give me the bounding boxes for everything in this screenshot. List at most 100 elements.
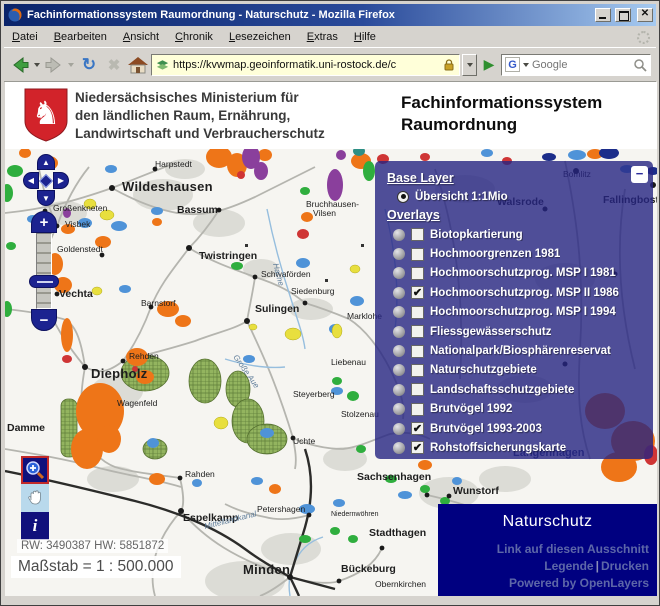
naturschutz-panel: Naturschutz Link auf diesen Ausschnitt L… xyxy=(438,504,657,596)
overlay-checkbox[interactable] xyxy=(411,422,424,435)
base-layer-row[interactable]: Übersicht 1:1Mio xyxy=(397,188,649,205)
layer-query-radio-icon[interactable] xyxy=(393,248,405,260)
menu-bar: Datei Bearbeiten Ansicht Chronik Lesezei… xyxy=(4,27,656,48)
title-bar[interactable]: Fachinformationssystem Raumordnung - Nat… xyxy=(4,4,656,26)
link-separator: | xyxy=(594,559,601,573)
zoom-in-button[interactable]: + xyxy=(31,211,57,233)
url-input[interactable] xyxy=(173,59,439,71)
maximize-button[interactable] xyxy=(615,8,631,22)
search-input[interactable] xyxy=(532,59,631,71)
forward-history-caret[interactable] xyxy=(68,63,74,67)
scale-readout: Maßstab = 1 : 500.000 xyxy=(11,556,181,578)
overlay-row: Biotopkartierung xyxy=(393,225,649,244)
map-label: Petershagen xyxy=(257,504,305,514)
pan-left-icon[interactable]: ◀ xyxy=(23,172,39,189)
throbber-icon xyxy=(637,31,650,44)
link-extent[interactable]: Link auf diesen Ausschnitt xyxy=(497,541,649,558)
map-label: Niedernwöhren xyxy=(331,511,379,518)
overlay-row: Naturschutzgebiete xyxy=(393,361,649,380)
reload-button[interactable]: ↻ xyxy=(77,52,101,78)
layer-query-radio-icon[interactable] xyxy=(393,403,405,415)
home-button[interactable] xyxy=(127,52,149,78)
overlay-checkbox[interactable] xyxy=(411,325,424,338)
go-button[interactable]: ▶ xyxy=(479,52,499,78)
map-label: Rahden xyxy=(185,469,215,479)
menu-datei[interactable]: Datei xyxy=(4,28,46,46)
app-title-line-2: Raumordnung xyxy=(401,114,602,136)
close-button[interactable] xyxy=(637,8,653,22)
menu-ansicht[interactable]: Ansicht xyxy=(115,28,167,46)
zoom-slider-track[interactable] xyxy=(36,233,52,309)
forward-button[interactable] xyxy=(43,52,65,78)
link-legende[interactable]: Legende xyxy=(544,559,593,573)
layer-query-radio-icon[interactable] xyxy=(393,423,405,435)
menu-bearbeiten[interactable]: Bearbeiten xyxy=(46,28,115,46)
back-button[interactable] xyxy=(9,52,31,78)
layer-query-radio-icon[interactable] xyxy=(393,345,405,357)
navigation-toolbar: ↻ ✖ ▶ G xyxy=(4,48,656,82)
map-label: Wagenfeld xyxy=(117,398,158,408)
overlay-checkbox[interactable] xyxy=(411,441,424,454)
layer-query-radio-icon[interactable] xyxy=(393,287,405,299)
overlay-label: Hochmoorschutzprog. MSP II 1986 xyxy=(430,287,619,299)
overlay-checkbox[interactable] xyxy=(411,228,424,241)
overlay-checkbox[interactable] xyxy=(411,286,424,299)
search-engine-caret[interactable] xyxy=(523,63,529,67)
layer-query-radio-icon[interactable] xyxy=(393,442,405,454)
back-arrow-icon xyxy=(9,54,31,76)
map-label: Visbek xyxy=(65,219,91,229)
map-label: Uchte xyxy=(293,436,315,446)
browser-window: Fachinformationssystem Raumordnung - Nat… xyxy=(0,0,660,606)
overlay-checkbox[interactable] xyxy=(411,306,424,319)
overlay-label: Naturschutzgebiete xyxy=(430,364,537,376)
overlay-checkbox[interactable] xyxy=(411,383,424,396)
overlay-checkbox[interactable] xyxy=(411,345,424,358)
url-dropdown-button[interactable] xyxy=(462,54,477,76)
overlay-checkbox[interactable] xyxy=(411,248,424,261)
overlay-checkbox[interactable] xyxy=(411,403,424,416)
base-layer-radio[interactable] xyxy=(397,191,409,203)
zoom-box-tool-button[interactable] xyxy=(21,456,49,484)
layer-query-radio-icon[interactable] xyxy=(393,229,405,241)
layer-query-radio-icon[interactable] xyxy=(393,306,405,318)
link-powered-by-openlayers[interactable]: Powered by OpenLayers xyxy=(497,575,649,592)
zoom-slider-handle[interactable] xyxy=(29,275,59,288)
map-label: Siedenburg xyxy=(291,286,335,296)
home-icon xyxy=(127,55,149,75)
search-box[interactable]: G xyxy=(501,54,651,76)
menu-chronik[interactable]: Chronik xyxy=(167,28,221,46)
overlay-label: Rohstoffsicherungskarte xyxy=(430,442,566,454)
pan-up-icon[interactable]: ▲ xyxy=(37,154,55,170)
map-label: Goldenstedt xyxy=(57,244,103,254)
menu-hilfe[interactable]: Hilfe xyxy=(346,28,384,46)
overlay-checkbox[interactable] xyxy=(411,267,424,280)
base-layer-heading: Base Layer xyxy=(387,171,649,185)
menu-lesezeichen[interactable]: Lesezeichen xyxy=(221,28,299,46)
pan-hand-tool-button[interactable] xyxy=(21,484,49,512)
layer-query-radio-icon[interactable] xyxy=(393,364,405,376)
window-title: Fachinformationssystem Raumordnung - Nat… xyxy=(27,9,591,21)
url-bar[interactable] xyxy=(151,54,460,76)
pan-center-icon[interactable] xyxy=(39,173,53,187)
overlay-checkbox[interactable] xyxy=(411,364,424,377)
overlay-label: Landschaftsschutzgebiete xyxy=(430,384,574,396)
map-label: Wildeshausen xyxy=(122,179,213,194)
layer-query-radio-icon[interactable] xyxy=(393,267,405,279)
map-label: Stadthagen xyxy=(369,527,426,539)
minimize-button[interactable] xyxy=(595,8,611,22)
overlay-label: Hochmoorgrenzen 1981 xyxy=(430,248,560,260)
layer-query-radio-icon[interactable] xyxy=(393,384,405,396)
panel-minimize-button[interactable]: − xyxy=(631,166,648,183)
layer-query-radio-icon[interactable] xyxy=(393,326,405,338)
back-history-caret[interactable] xyxy=(34,63,40,67)
pan-down-icon[interactable]: ▼ xyxy=(37,190,55,206)
info-tool-button[interactable]: i xyxy=(21,512,49,540)
map-area[interactable]: WildeshausenDiepholzMindenBassumTwistrin… xyxy=(5,149,657,596)
pan-right-icon[interactable]: ▶ xyxy=(53,172,69,189)
link-drucken[interactable]: Drucken xyxy=(601,559,649,573)
site-favicon xyxy=(155,57,170,72)
menu-extras[interactable]: Extras xyxy=(299,28,346,46)
stop-button[interactable]: ✖ xyxy=(103,52,125,78)
app-title: Fachinformationssystem Raumordnung xyxy=(401,92,602,136)
overlays-heading: Overlays xyxy=(387,208,649,222)
